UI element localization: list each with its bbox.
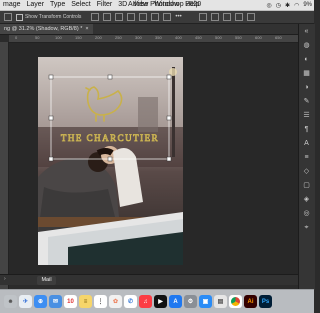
document-tab-bar: ng @ 31.2% (Shadow, RGB/8) * × bbox=[0, 24, 298, 35]
color-icon[interactable]: ◐ bbox=[302, 56, 311, 64]
mac-dock: ☻ ✈ ⊕ ✉ 10 ≡ ⋮ ✿ ✆ ♫ ▶ A ⚙ ▣ ▤ Ai Ps bbox=[0, 289, 314, 313]
slide-icon[interactable] bbox=[235, 13, 244, 21]
menu-type[interactable]: Type bbox=[47, 0, 68, 10]
timer-icon[interactable]: ◷ bbox=[276, 2, 281, 9]
align-top-icon[interactable] bbox=[139, 13, 148, 21]
menu-layer[interactable]: Layer bbox=[24, 0, 48, 10]
glyphs-icon[interactable]: ◇ bbox=[302, 168, 311, 176]
ruler-horizontal: 0 50 100 150 200 250 300 350 400 450 500… bbox=[9, 35, 298, 43]
scale-icon[interactable] bbox=[247, 13, 256, 21]
mail-icon[interactable]: ✉ bbox=[49, 295, 62, 308]
options-bar: Show Transform Controls ••• bbox=[0, 11, 314, 24]
finder-icon[interactable]: ☻ bbox=[4, 295, 17, 308]
show-transform-label: Show Transform Controls bbox=[25, 14, 82, 20]
calendar-icon[interactable]: 10 bbox=[64, 295, 77, 308]
notes-icon[interactable]: ≡ bbox=[79, 295, 92, 308]
align-bottom-icon[interactable] bbox=[163, 13, 172, 21]
canvas-area[interactable]: THE CHARCUTIER bbox=[9, 43, 298, 274]
preview-icon[interactable]: ▣ bbox=[199, 295, 212, 308]
brush-icon[interactable]: ✎ bbox=[302, 98, 311, 106]
ruler-tick-label: 650 bbox=[275, 35, 282, 40]
photoshop-icon[interactable]: Ps bbox=[259, 295, 272, 308]
ruler-tick-label: 300 bbox=[135, 35, 142, 40]
move-tool-icon[interactable] bbox=[4, 13, 12, 21]
ruler-tick-label: 100 bbox=[55, 35, 62, 40]
app-store-icon[interactable]: A bbox=[169, 295, 182, 308]
more-options-icon[interactable]: ••• bbox=[175, 14, 181, 20]
align-middle-icon[interactable] bbox=[151, 13, 160, 21]
paths-icon[interactable]: ⌖ bbox=[302, 224, 311, 232]
wifi-icon[interactable]: ◠ bbox=[294, 2, 299, 9]
collapse-icon[interactable]: « bbox=[302, 28, 311, 36]
3d-mode-icon[interactable] bbox=[199, 13, 208, 21]
ruler-tick-label: 450 bbox=[195, 35, 202, 40]
photos-icon[interactable]: ✿ bbox=[109, 295, 122, 308]
mac-menubar: mage Layer Type Select Filter 3D View Wi… bbox=[0, 0, 314, 11]
messages-icon[interactable]: ✆ bbox=[124, 295, 137, 308]
layers-icon[interactable]: ◈ bbox=[302, 196, 311, 204]
system-preferences-icon[interactable]: ⚙ bbox=[184, 295, 197, 308]
ruler-tick-label: 350 bbox=[155, 35, 162, 40]
photo-image: THE CHARCUTIER bbox=[38, 57, 183, 265]
illustrator-icon[interactable]: Ai bbox=[244, 295, 257, 308]
align-left-icon[interactable] bbox=[91, 13, 100, 21]
ruler-vertical bbox=[0, 42, 9, 290]
bluetooth-icon[interactable]: ✱ bbox=[285, 2, 290, 9]
window-title: Adobe Photoshop 2020 bbox=[128, 1, 202, 8]
tv-icon[interactable]: ▶ bbox=[154, 295, 167, 308]
right-panel-dock: « ◍ ◐ ▦ ◑ ✎ ☰ ¶ A ≡ ◇ ▢ ◈ ◎ ⌖ bbox=[298, 24, 315, 290]
close-icon[interactable]: × bbox=[85, 24, 88, 34]
utility-icon[interactable]: ▤ bbox=[214, 295, 227, 308]
music-icon[interactable]: ♫ bbox=[139, 295, 152, 308]
ruler-tick-label: 50 bbox=[35, 35, 40, 40]
adjustments-icon[interactable]: ◑ bbox=[302, 84, 311, 92]
document-canvas[interactable]: THE CHARCUTIER bbox=[38, 57, 183, 265]
safari-icon[interactable]: ⊕ bbox=[34, 295, 47, 308]
neon-sign-text: THE CHARCUTIER bbox=[61, 133, 159, 143]
properties-icon[interactable]: ☰ bbox=[302, 112, 311, 120]
launchpad-icon[interactable]: ✈ bbox=[19, 295, 32, 308]
pan-icon[interactable] bbox=[223, 13, 232, 21]
show-transform-checkbox[interactable] bbox=[16, 13, 23, 21]
menu-image[interactable]: mage bbox=[0, 0, 24, 10]
document-tab-label: ng @ 31.2% (Shadow, RGB/8) * bbox=[4, 26, 83, 32]
ruler-tick-label: 250 bbox=[115, 35, 122, 40]
libraries-icon[interactable]: ▢ bbox=[302, 182, 311, 190]
history-icon[interactable]: ◍ bbox=[302, 42, 311, 50]
paragraph-icon[interactable]: ≡ bbox=[302, 154, 311, 162]
dock-tooltip: Mail bbox=[37, 276, 56, 285]
reminders-icon[interactable]: ⋮ bbox=[94, 295, 107, 308]
ruler-tick-label: 500 bbox=[215, 35, 222, 40]
ruler-tick-label: 550 bbox=[235, 35, 242, 40]
status-arrow-icon[interactable]: › bbox=[4, 276, 6, 282]
chrome-icon[interactable] bbox=[229, 295, 242, 308]
swatches-icon[interactable]: ▦ bbox=[302, 70, 311, 78]
battery-percent[interactable]: 9% bbox=[303, 2, 312, 8]
ruler-tick-label: 200 bbox=[95, 35, 102, 40]
type-icon[interactable]: ¶ bbox=[302, 126, 311, 134]
ruler-tick-label: 0 bbox=[15, 35, 18, 40]
orbit-icon[interactable] bbox=[211, 13, 220, 21]
channels-icon[interactable]: ◎ bbox=[302, 210, 311, 218]
ruler-tick-label: 150 bbox=[75, 35, 82, 40]
ruler-tick-label: 600 bbox=[255, 35, 262, 40]
creative-cloud-icon[interactable]: ◎ bbox=[267, 2, 272, 9]
menubar-status: ◎ ◷ ✱ ◠ 9% bbox=[267, 0, 312, 10]
ruler-tick-label: 400 bbox=[175, 35, 182, 40]
menu-select[interactable]: Select bbox=[68, 0, 93, 10]
menu-filter[interactable]: Filter bbox=[94, 0, 116, 10]
align-center-icon[interactable] bbox=[103, 13, 112, 21]
align-right-icon[interactable] bbox=[115, 13, 124, 21]
distribute-icon[interactable] bbox=[127, 13, 136, 21]
document-tab[interactable]: ng @ 31.2% (Shadow, RGB/8) * × bbox=[0, 24, 93, 34]
character-icon[interactable]: A bbox=[302, 140, 311, 148]
